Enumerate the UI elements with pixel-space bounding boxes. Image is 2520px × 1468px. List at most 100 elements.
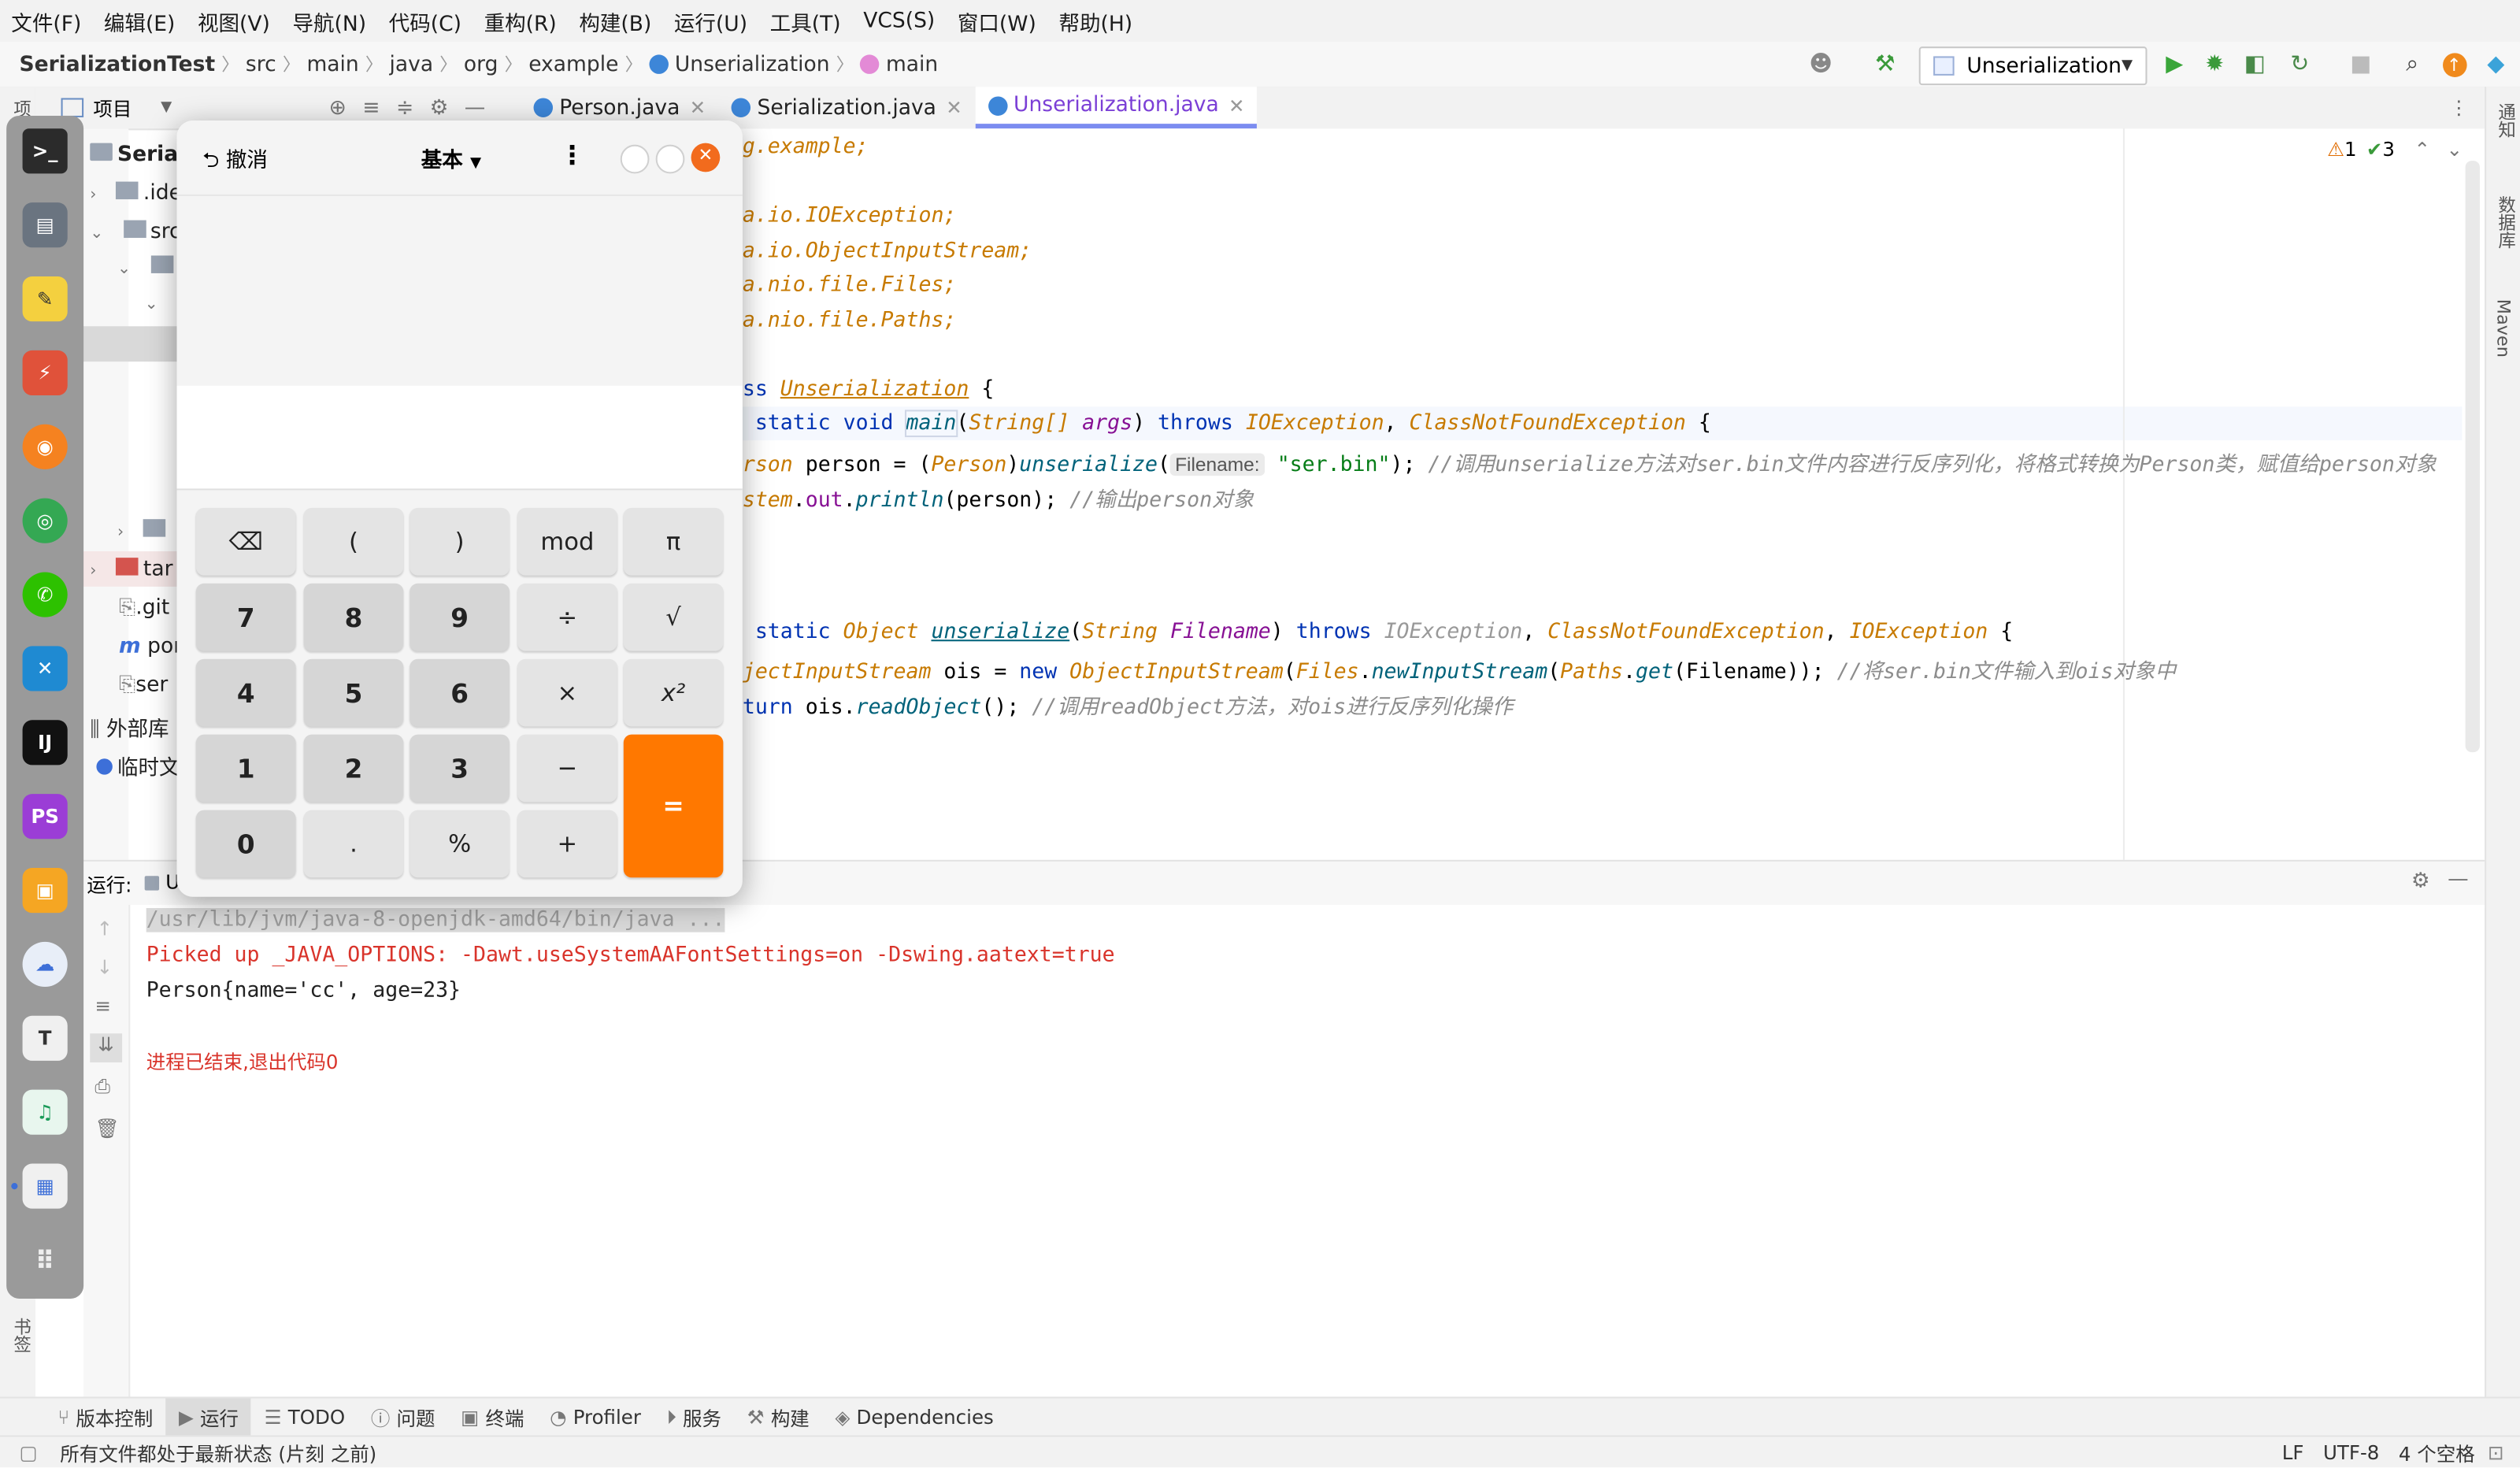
trash-icon[interactable]: 🗑 xyxy=(94,1117,119,1140)
menu-edit[interactable]: 编辑(E) xyxy=(93,6,187,36)
key-9[interactable]: 9 xyxy=(410,583,510,651)
debug-bug-icon[interactable]: ✹ xyxy=(2200,50,2229,79)
key-pi[interactable]: π xyxy=(623,507,724,576)
screenshot-app-icon[interactable]: ▣ xyxy=(22,868,68,914)
update-icon[interactable]: ↑ xyxy=(2440,50,2469,79)
phpstorm-icon[interactable]: PS xyxy=(22,794,68,840)
minimize-icon[interactable]: — xyxy=(2448,868,2469,892)
wechat-icon[interactable]: ✆ xyxy=(22,572,68,617)
scroll-to-end-icon[interactable]: ⇊ xyxy=(90,1033,123,1062)
key-2[interactable]: 2 xyxy=(303,734,404,803)
key-open-paren[interactable]: ( xyxy=(303,507,404,576)
run-config-selector[interactable]: Unserialization ▼ xyxy=(1918,46,2148,86)
breadcrumb-method[interactable]: main xyxy=(886,52,938,76)
print-icon[interactable]: ⎙ xyxy=(94,1075,110,1099)
strip-maven[interactable]: Maven xyxy=(2492,299,2514,358)
tool-version-control[interactable]: ⑂ 版本控制 xyxy=(45,1398,166,1436)
key-backspace[interactable]: ⌫ xyxy=(195,507,296,576)
lock-icon[interactable]: ⊡ xyxy=(2488,1442,2504,1465)
minimize-window-button[interactable] xyxy=(620,144,650,174)
breadcrumb-class[interactable]: Unserialization xyxy=(675,52,830,76)
build-hammer-icon[interactable]: ⚒ xyxy=(1870,50,1899,79)
maximize-window-button[interactable] xyxy=(655,144,685,174)
key-minus[interactable]: − xyxy=(517,734,617,803)
firefox-icon[interactable]: ◉ xyxy=(22,424,68,469)
intellij-icon[interactable]: IJ xyxy=(22,720,68,766)
profile-icon[interactable]: ↻ xyxy=(2285,50,2314,79)
tool-terminal[interactable]: ▣ 终端 xyxy=(448,1398,537,1436)
menu-kebab-icon[interactable]: ⋮ xyxy=(559,140,585,171)
tool-dependencies[interactable]: ◈ Dependencies xyxy=(822,1398,1006,1436)
tree-row-pom[interactable]: m por xyxy=(119,635,182,659)
tree-row-scratches[interactable]: 临时文 xyxy=(96,751,180,781)
jetbrains-icon[interactable]: ◆ xyxy=(2481,50,2511,79)
font-viewer-icon[interactable]: T xyxy=(22,1015,68,1061)
app-grid-icon[interactable]: ⠿ xyxy=(23,1237,68,1282)
key-1[interactable]: 1 xyxy=(195,734,296,803)
breadcrumb-main[interactable]: main xyxy=(306,52,358,76)
key-6[interactable]: 6 xyxy=(410,658,510,727)
undo-button[interactable]: ⮌ 撤消 xyxy=(202,143,268,182)
key-equals[interactable]: = xyxy=(623,734,724,878)
tool-problems[interactable]: ⓘ 问题 xyxy=(358,1398,447,1436)
key-plus[interactable]: + xyxy=(517,810,617,878)
menu-code[interactable]: 代码(C) xyxy=(377,6,472,36)
breadcrumb-example[interactable]: example xyxy=(528,52,618,76)
terminal-app-icon[interactable]: >_ xyxy=(22,128,68,174)
menu-view[interactable]: 视图(V) xyxy=(187,6,282,36)
strip-bookmarks[interactable]: 书签 xyxy=(8,1318,34,1353)
tree-row-idea[interactable]: › .ide xyxy=(90,181,182,206)
tab-unserialization-java[interactable]: Unserialization.java ✕ xyxy=(975,87,1258,129)
gear-icon[interactable]: ⚙ xyxy=(2411,869,2430,894)
baidu-netdisk-icon[interactable]: ☁ xyxy=(22,941,68,988)
coverage-icon[interactable]: ◧ xyxy=(2240,50,2270,79)
close-icon[interactable]: ✕ xyxy=(946,96,962,119)
close-icon[interactable]: ✕ xyxy=(690,96,706,119)
tool-services[interactable]: ⏵ 服务 xyxy=(654,1398,734,1436)
search-icon[interactable]: ⌕ xyxy=(2398,50,2427,79)
menu-vcs[interactable]: VCS(S) xyxy=(852,9,947,33)
tree-row-external-libs[interactable]: ⫼ 外部库 xyxy=(90,712,169,743)
breadcrumb-java[interactable]: java xyxy=(390,52,434,76)
tree-row-main[interactable]: ⌄ xyxy=(117,255,173,280)
file-manager-icon[interactable]: ▤ xyxy=(22,202,68,248)
calculator-input-display[interactable] xyxy=(176,385,743,491)
stop-icon[interactable]: ■ xyxy=(2347,50,2376,79)
key-square[interactable]: x² xyxy=(623,658,724,727)
key-7[interactable]: 7 xyxy=(195,583,296,651)
pane-options-icon[interactable]: ⊕≡≑⚙— xyxy=(329,95,502,120)
breadcrumb-src[interactable]: src xyxy=(246,52,276,76)
breadcrumb-project[interactable]: SerializationTest xyxy=(19,52,215,76)
menu-tools[interactable]: 工具(T) xyxy=(758,6,852,36)
status-indent[interactable]: 4 个空格 xyxy=(2399,1440,2475,1467)
user-icon[interactable]: ☻ xyxy=(1807,50,1836,79)
inspection-widget[interactable]: ⚠ 1 ✔ 3 ⌃ ⌄ xyxy=(2327,139,2463,161)
chrome-icon[interactable]: ◎ xyxy=(22,498,68,543)
breadcrumb-org[interactable]: org xyxy=(464,52,498,76)
tab-serialization-java[interactable]: Serialization.java ✕ xyxy=(718,87,975,128)
tree-row-java[interactable]: ⌄ xyxy=(145,291,158,315)
app-store-icon[interactable]: ⚡ xyxy=(22,350,68,396)
status-window-icon[interactable]: ▢ xyxy=(19,1442,37,1465)
console-command-line[interactable]: /usr/lib/jvm/java-8-openjdk-amd64/bin/ja… xyxy=(146,908,724,932)
menu-build[interactable]: 构建(B) xyxy=(568,6,663,36)
tree-row-test[interactable]: › xyxy=(117,519,166,543)
tool-todo[interactable]: ☰ TODO xyxy=(251,1398,358,1436)
chevron-down-icon[interactable]: ▼ xyxy=(161,100,172,116)
close-icon[interactable]: ✕ xyxy=(1228,94,1245,117)
up-arrow-icon[interactable]: ↑ xyxy=(96,918,113,940)
calculator-app-icon[interactable]: ▦ xyxy=(22,1163,68,1209)
tree-row-src[interactable]: ⌄ src xyxy=(90,220,181,244)
project-pane-title[interactable]: 项目 xyxy=(93,94,132,121)
more-tabs-icon[interactable]: ⋮ xyxy=(2449,96,2468,119)
close-window-button[interactable]: ✕ xyxy=(691,143,721,172)
key-percent[interactable]: % xyxy=(410,810,510,878)
tree-row-ser-bin[interactable]: ⎘ser xyxy=(119,673,168,698)
strip-notifications[interactable]: 通知 xyxy=(2492,103,2518,139)
run-icon[interactable]: ▶ xyxy=(2160,50,2189,79)
down-arrow-icon[interactable]: ↓ xyxy=(96,956,113,979)
vscode-icon[interactable]: ✕ xyxy=(22,646,68,691)
menu-refactor[interactable]: 重构(R) xyxy=(472,6,568,36)
music-app-icon[interactable]: ♫ xyxy=(22,1089,68,1135)
key-multiply[interactable]: × xyxy=(517,658,617,727)
